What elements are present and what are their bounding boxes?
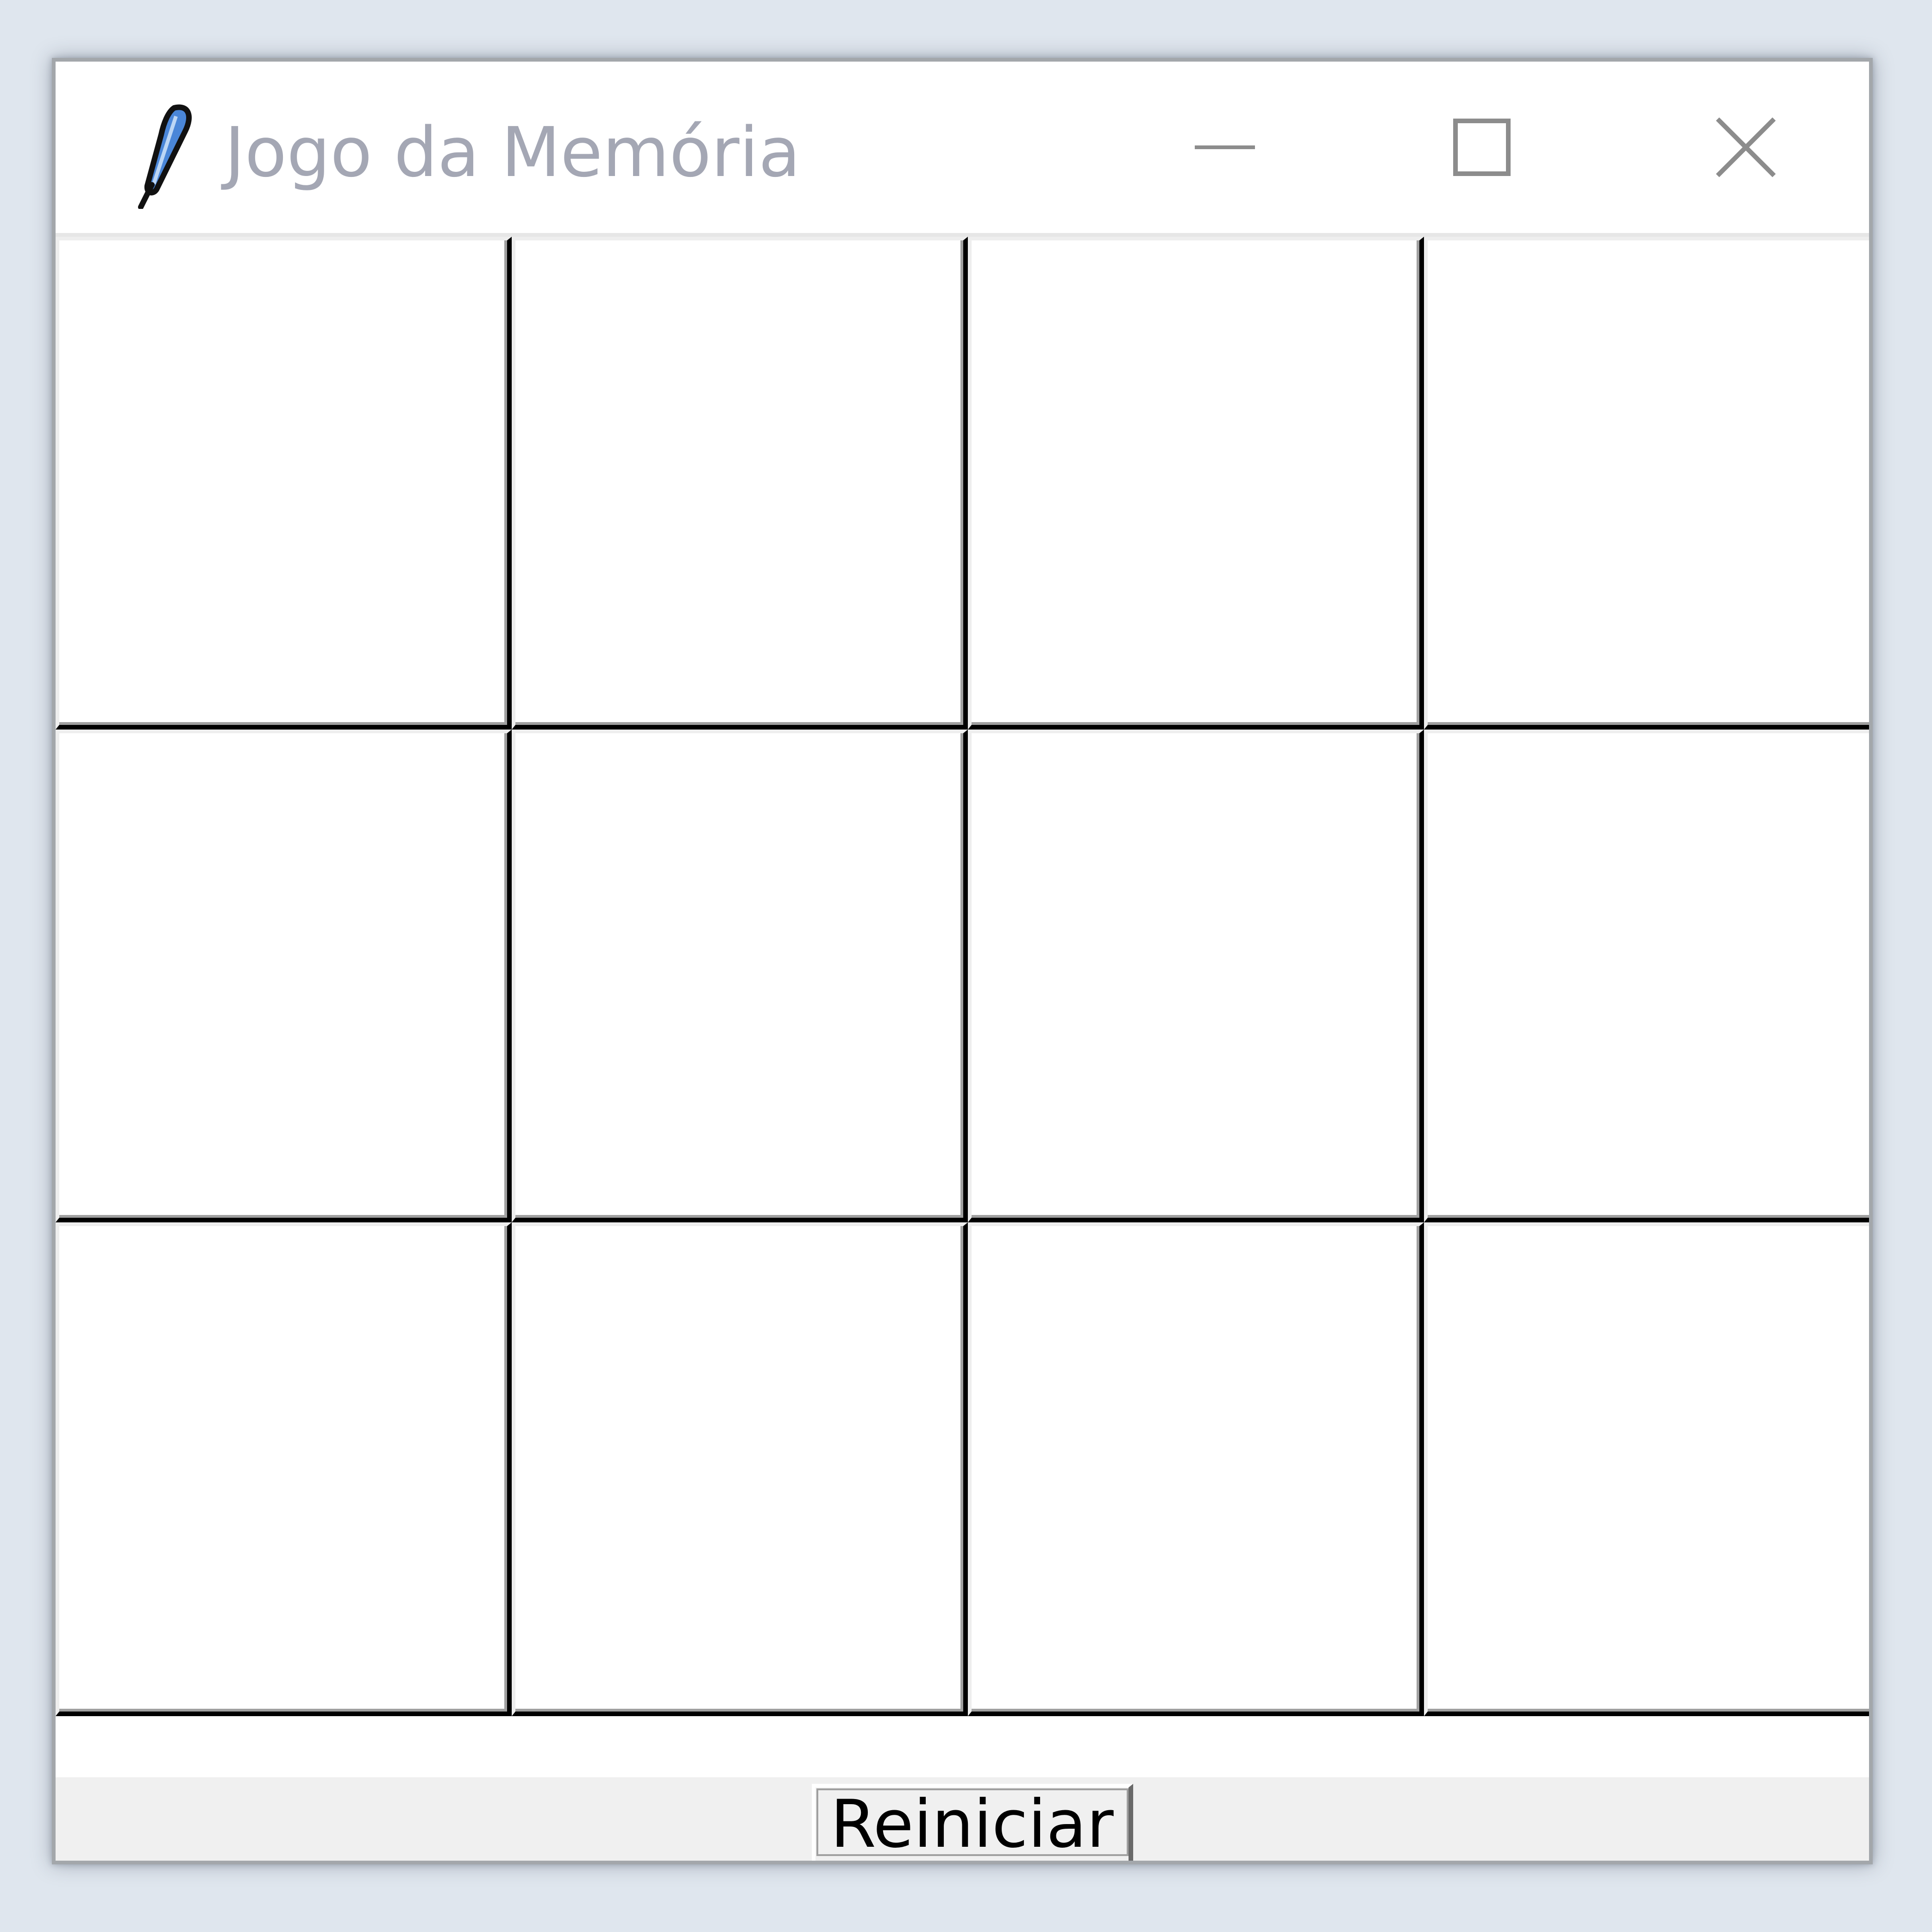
card-button[interactable] xyxy=(512,1222,968,1716)
title-bar[interactable]: Jogo da Memória xyxy=(56,62,1869,237)
restart-button[interactable]: Reiniciar xyxy=(812,1784,1133,1863)
bottom-bar: Reiniciar xyxy=(56,1777,1869,1863)
card-button[interactable] xyxy=(512,730,968,1222)
card-button[interactable] xyxy=(968,237,1424,730)
card-button[interactable] xyxy=(1424,730,1869,1222)
card-button[interactable] xyxy=(1424,1222,1869,1716)
minimize-button[interactable] xyxy=(1155,62,1294,233)
maximize-button[interactable] xyxy=(1412,62,1551,233)
game-window: Jogo da Memória Reiniciar xyxy=(52,58,1873,1864)
close-icon xyxy=(1716,117,1776,177)
feather-icon xyxy=(124,102,194,210)
minimize-icon xyxy=(1195,143,1255,152)
card-button[interactable] xyxy=(56,237,512,730)
card-button[interactable] xyxy=(1424,237,1869,730)
close-button[interactable] xyxy=(1676,62,1815,233)
card-button[interactable] xyxy=(56,730,512,1222)
window-title: Jogo da Memória xyxy=(225,113,801,192)
maximize-icon xyxy=(1453,119,1511,176)
card-button[interactable] xyxy=(968,730,1424,1222)
card-button[interactable] xyxy=(968,1222,1424,1716)
card-button[interactable] xyxy=(56,1222,512,1716)
card-grid xyxy=(56,237,1869,1777)
card-button[interactable] xyxy=(512,237,968,730)
